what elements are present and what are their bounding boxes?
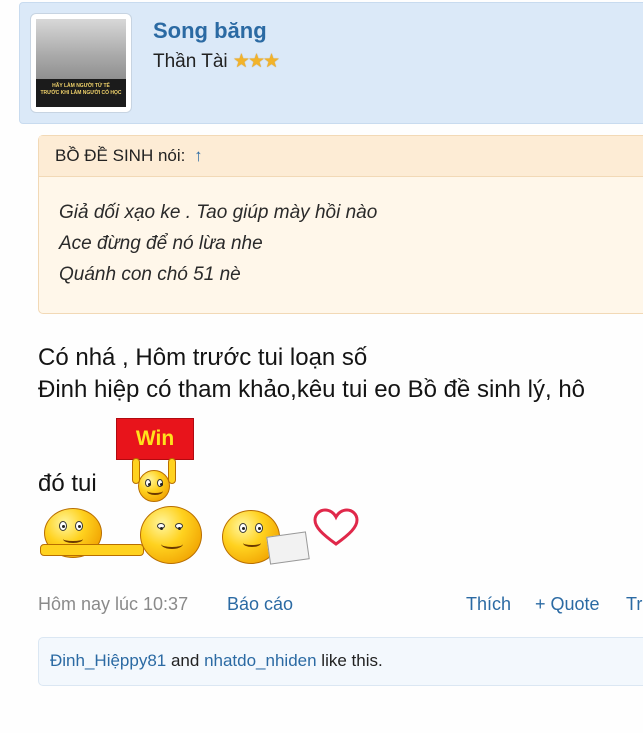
author-name-link[interactable]: Song băng (153, 18, 267, 44)
jump-to-quote-icon[interactable]: ↑ (194, 146, 203, 165)
quote-author: BỒ ĐỀ SINH nói: (55, 146, 186, 165)
avatar-caption-line1: HÃY LÀM NGƯỜI TỬ TẾ (52, 83, 110, 89)
avatar-caption: HÃY LÀM NGƯỜI TỬ TẾ TRƯỚC KHI LÀM NGƯỜI … (40, 83, 122, 97)
message-line: Có nhá , Hôm trước tui loạn số (38, 344, 368, 371)
win-smiley-arm-left (132, 458, 140, 484)
handshake-arm-icon (40, 544, 144, 556)
post-timestamp[interactable]: Hôm nay lúc 10:37 (38, 594, 188, 615)
user-title-label: Thần Tài (153, 51, 228, 72)
author-title: Thần Tài ★★★ (153, 50, 280, 73)
like-link[interactable]: Thích (466, 594, 511, 615)
quote-line: Giả dối xạo ke . Tao giúp mày hồi nào (59, 202, 378, 223)
likes-connector: and (166, 651, 205, 670)
quote-link[interactable]: + Quote (535, 594, 600, 615)
star-rating-icon: ★★★ (232, 51, 280, 72)
quote-content: Giả dối xạo ke . Tao giúp mày hồi nào Ac… (39, 177, 643, 290)
quote-line: Ace đừng để nó lừa nhe (59, 233, 263, 254)
message-user-block: HÃY LÀM NGƯỜI TỬ TẾ TRƯỚC KHI LÀM NGƯỜI … (19, 2, 643, 124)
quote-block: BỒ ĐỀ SINH nói: ↑ Giả dối xạo ke . Tao g… (38, 135, 643, 314)
avatar-photo (36, 19, 126, 79)
message-line: đó tui (38, 470, 97, 497)
message-line: Đinh hiệp có tham khảo,kêu tui eo Bồ đề … (38, 376, 586, 403)
reply-link[interactable]: Tr (626, 594, 642, 615)
avatar-caption-line2: TRƯỚC KHI LÀM NGƯỜI CÓ HỌC (40, 90, 122, 96)
heart-icon (313, 508, 359, 546)
quote-line: Quánh con chó 51 nè (59, 264, 241, 285)
smirking-smiley-icon (140, 506, 202, 564)
win-sign-emoticon: Win (116, 418, 194, 460)
liker-link[interactable]: Đinh_Hiệppy81 (50, 651, 166, 670)
likes-summary: Đinh_Hiệppy81 and nhatdo_nhiden like thi… (38, 637, 643, 686)
report-link[interactable]: Báo cáo (227, 594, 293, 615)
win-smiley-arm-right (168, 458, 176, 484)
liker-link[interactable]: nhatdo_nhiden (204, 651, 317, 670)
paper-icon (266, 531, 310, 565)
quote-header: BỒ ĐỀ SINH nói: ↑ (39, 136, 643, 177)
message-body: Có nhá , Hôm trước tui loạn số Đinh hiệp… (38, 342, 643, 406)
likes-suffix: like this. (316, 651, 383, 670)
win-smiley-icon (138, 470, 170, 502)
avatar[interactable]: HÃY LÀM NGƯỜI TỬ TẾ TRƯỚC KHI LÀM NGƯỜI … (30, 13, 132, 113)
avatar-image: HÃY LÀM NGƯỜI TỬ TẾ TRƯỚC KHI LÀM NGƯỜI … (36, 19, 126, 107)
